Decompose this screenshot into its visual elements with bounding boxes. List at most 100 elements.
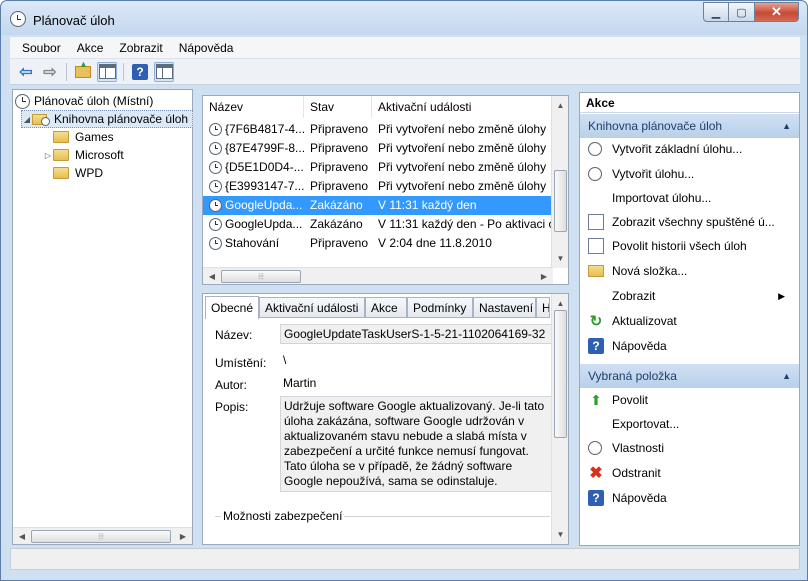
section-title: Knihovna plánovače úloh [588,119,723,133]
properties-icon [588,441,602,455]
maximize-button[interactable]: ▢ [729,2,755,22]
scroll-right-icon[interactable]: ▶ [537,270,551,283]
column-header-name[interactable]: Název [203,96,304,118]
action-new-folder[interactable]: Nová složka... [580,260,799,282]
tree-item-wpd[interactable]: WPD [43,164,103,182]
tab-triggers[interactable]: Aktivační události [259,297,365,318]
scroll-up-icon[interactable]: ▲ [554,98,567,112]
tab-conditions[interactable]: Podmínky [407,297,473,318]
tree-item-library[interactable]: ◢ Knihovna plánovače úloh [21,110,193,128]
show-console-tree-button[interactable] [97,61,117,82]
task-status: Připraveno [310,236,369,250]
action-enable-history[interactable]: Povolit historii všech úloh [580,235,799,257]
scroll-thumb[interactable]: ⦙⦙⦙ [221,270,301,283]
action-label: Aktualizovat [612,314,677,328]
show-action-pane-button[interactable] [154,61,174,82]
section-selected-item[interactable]: Vybraná položka ▲ [580,364,799,388]
menu-soubor[interactable]: Soubor [14,41,69,55]
forward-arrow-icon[interactable]: ⇨ [40,62,60,82]
menu-zobrazit[interactable]: Zobrazit [111,41,170,55]
task-status: Připraveno [310,160,369,174]
refresh-icon: ↻ [589,313,603,330]
task-list[interactable]: Název Stav Aktivační události {7F6B4817-… [202,95,569,285]
task-icon [209,217,222,231]
scroll-up-icon[interactable]: ▲ [554,296,567,310]
folder-icon [53,149,69,161]
create-task-icon [588,167,602,181]
table-row[interactable]: {E3993147-7... Připraveno Při vytvoření … [203,177,553,196]
help-icon: ? [132,63,148,80]
task-list-vertical-scrollbar[interactable]: ▲ ▼ [551,96,568,268]
action-enable[interactable]: ⬆ Povolit [580,389,799,411]
tree-item-microsoft[interactable]: ▷ Microsoft [43,146,124,164]
tree-item-games[interactable]: Games [43,128,114,146]
action-help-selected[interactable]: ? Nápověda [580,487,799,509]
close-button[interactable]: ✕ [755,2,799,22]
tab-actions[interactable]: Akce [365,297,407,318]
action-delete[interactable]: ✖ Odstranit [580,462,799,484]
tab-general[interactable]: Obecné [205,296,259,319]
empty-icon-slot [588,190,604,206]
author-label: Autor: [215,378,248,392]
table-row[interactable]: GoogleUpda... Zakázáno V 11:31 každý den… [203,215,558,234]
action-export[interactable]: Exportovat... [580,413,799,435]
minimize-button[interactable]: ▁ [703,2,729,22]
delete-icon: ✖ [589,465,603,482]
tab-history[interactable]: Historie [536,297,550,318]
toolbar-separator [66,62,67,81]
back-arrow-icon[interactable]: ⇦ [16,62,36,82]
task-scheduler-icon [15,93,30,109]
help-button[interactable]: ? [130,62,150,82]
scroll-left-icon[interactable]: ◀ [15,530,29,543]
description-value[interactable]: Udržuje software Google aktualizovaný. J… [280,396,552,492]
action-create-task[interactable]: Vytvořit úlohu... [580,163,799,185]
table-row[interactable]: {D5E1D0D4-... Připraveno Při vytvoření n… [203,158,553,177]
expand-arrow-icon[interactable]: ▷ [43,151,53,160]
action-create-basic-task[interactable]: Vytvořit základní úlohu... [580,138,799,160]
name-value[interactable]: GoogleUpdateTaskUserS-1-5-21-1102064169-… [280,324,552,344]
actions-pane: Akce Knihovna plánovače úloh ▲ Vytvořit … [579,92,800,546]
collapse-arrow-icon[interactable]: ◢ [22,115,32,124]
tree-item-label: Microsoft [75,148,124,162]
action-import-task[interactable]: Importovat úlohu... [580,187,799,209]
table-row[interactable]: {7F6B4817-4... Připraveno Při vytvoření … [203,120,553,139]
task-icon [209,160,222,174]
menu-akce[interactable]: Akce [69,41,112,55]
table-row[interactable]: Stahování Připraveno V 2:04 dne 11.8.201… [203,234,553,253]
section-scheduler-library[interactable]: Knihovna plánovače úloh ▲ [580,114,799,138]
scroll-thumb[interactable]: ⦙⦙⦙ [31,530,171,543]
location-value[interactable]: \ [280,351,552,369]
action-properties[interactable]: Vlastnosti [580,437,799,459]
scroll-right-icon[interactable]: ▶ [176,530,190,543]
console-tree[interactable]: Plánovač úloh (Místní) ◢ Knihovna plánov… [12,89,193,545]
collapse-up-icon[interactable]: ▲ [782,121,791,131]
action-refresh[interactable]: ↻ Aktualizovat [580,310,799,332]
table-row[interactable]: {87E4799F-8... Připraveno Při vytvoření … [203,139,553,158]
action-help[interactable]: ? Nápověda [580,335,799,357]
scroll-down-icon[interactable]: ▼ [554,251,567,265]
author-value[interactable]: Martin [280,374,552,392]
menu-napoveda[interactable]: Nápověda [171,41,242,55]
details-vertical-scrollbar[interactable]: ▲ ▼ [551,294,568,544]
scroll-thumb[interactable] [554,170,567,232]
tree-horizontal-scrollbar[interactable]: ◀ ⦙⦙⦙ ▶ [13,527,192,544]
task-list-horizontal-scrollbar[interactable]: ◀ ⦙⦙⦙ ▶ [203,267,553,284]
task-name-cell: GoogleUpda... [209,217,305,231]
up-folder-button[interactable] [73,59,93,82]
collapse-up-icon[interactable]: ▲ [782,371,791,381]
tree-item-root[interactable]: Plánovač úloh (Místní) [15,92,153,110]
scroll-down-icon[interactable]: ▼ [554,527,567,541]
action-label: Nová složka... [612,264,688,278]
description-label: Popis: [215,400,249,414]
scroll-left-icon[interactable]: ◀ [205,270,219,283]
action-label: Vytvořit základní úlohu... [612,142,743,156]
title-bar[interactable]: Plánovač úloh ▁ ▢ ✕ [1,1,807,35]
scroll-thumb[interactable] [554,310,567,438]
column-header-status[interactable]: Stav [304,96,372,118]
column-header-triggers[interactable]: Aktivační události [372,96,553,118]
tab-settings[interactable]: Nastavení [473,297,536,318]
action-view[interactable]: Zobrazit ▶ [580,285,799,307]
table-row-selected[interactable]: GoogleUpda... Zakázáno V 11:31 každý den [203,196,553,215]
action-display-running-tasks[interactable]: Zobrazit všechny spuštěné ú... [580,211,799,233]
task-details-pane: Obecné Aktivační události Akce Podmínky … [202,293,569,545]
